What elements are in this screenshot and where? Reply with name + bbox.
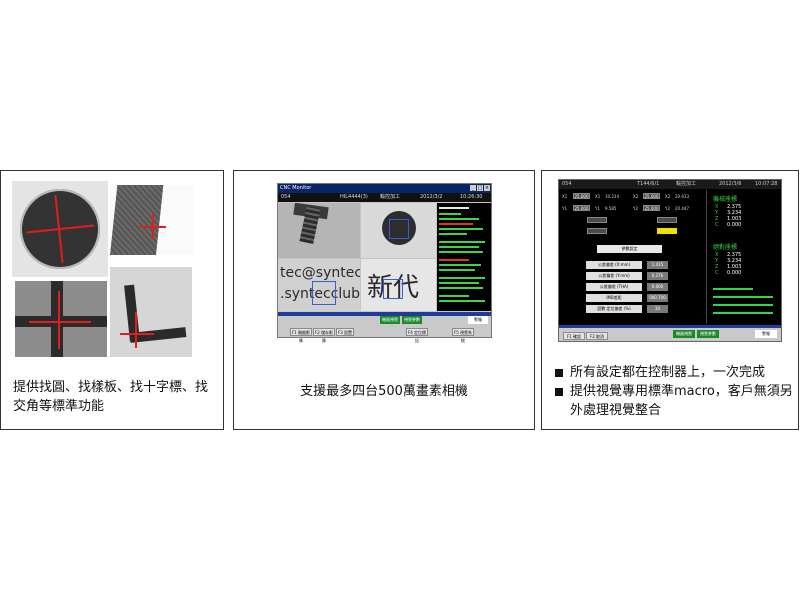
cameras-caption: 支援最多四台500萬畫素相機 <box>300 384 468 399</box>
tab-vision[interactable]: 機器視覺 <box>673 330 695 338</box>
menu-item[interactable]: 公差偏差 (THA) <box>586 283 642 291</box>
softkey-f2[interactable]: F2 取消 <box>586 332 608 340</box>
status-item: 2012/3/6 <box>719 181 742 187</box>
menu-value[interactable]: 30 <box>647 305 668 313</box>
bullet-item: 提供視覺專用標準macro，客戶無須另外處理視覺整合 <box>554 382 796 420</box>
bullet-item: 所有設定都在控制器上，一次完成 <box>554 363 796 382</box>
param-value[interactable]: 25.000 <box>643 205 660 211</box>
camera-view-4: 新代 <box>361 259 436 311</box>
feature-panel-cameras: CNC Monitor _ □ × 054 HIL4444(3) 輸控加工 20… <box>233 170 535 430</box>
find-corner-image <box>110 267 192 357</box>
feature-panel-controller: 054 T144/6/1 輸控加工 2012/3/6 10:07:28 X1 2… <box>541 170 799 430</box>
status-item: 輸控加工 <box>676 181 697 187</box>
menu-item[interactable]: 公差偏差 (Y:mm) <box>586 272 642 280</box>
status-bar: 054 HIL4444(3) 輸控加工 2012/3/2 10:26:30 <box>278 193 491 202</box>
window-title: CNC Monitor <box>278 184 491 193</box>
softkey-f5[interactable]: F5 視覺系統 <box>452 328 474 343</box>
param-value[interactable]: 25.000 <box>573 193 590 199</box>
softkey-f4[interactable]: F4 定位標記 <box>406 328 428 343</box>
param-value: 9.585 <box>605 206 617 211</box>
param-key: Y2 <box>633 206 638 211</box>
minimize-icon: _ <box>470 185 476 191</box>
status-item: 054 <box>281 194 291 200</box>
menu-value[interactable]: 0.000 <box>647 283 668 291</box>
tab-vision-params[interactable]: 視覺參數 <box>402 316 422 324</box>
tab-vision[interactable]: 機器視覺 <box>380 316 400 324</box>
find-crosshair-image <box>15 281 107 357</box>
menu-value[interactable]: 1.415 <box>647 261 668 269</box>
status-item: 2012/3/2 <box>420 194 443 200</box>
menu-value[interactable]: 0.276 <box>647 272 668 280</box>
param-key: X1 <box>595 194 601 199</box>
coordinate-area: 機械座標 X 2.375 Y 3.234 Z 1.003 C 0.000 絕對座標 X2… <box>706 190 782 324</box>
highlight-field[interactable] <box>657 228 677 234</box>
camera-text: tec@syntec <box>280 265 360 281</box>
vision-functions-caption: 提供找圓、找樣板、找十字標、找交角等標準功能 <box>13 380 209 414</box>
camera-view-1 <box>278 203 360 258</box>
param-value: 10.234 <box>605 194 619 199</box>
find-template-image <box>110 185 193 255</box>
param-key: X2 <box>633 194 639 199</box>
softkey-f1[interactable]: F1 開啟影像 <box>290 328 312 343</box>
menu-item[interactable]: 公差偏差 (X:mm) <box>586 261 642 269</box>
status-item: T144/6/1 <box>637 181 660 187</box>
mode-dropdown[interactable] <box>587 217 607 223</box>
feature-panel-vision-functions: 提供找圓、找樣板、找十字標、找交角等標準功能 <box>0 170 224 430</box>
param-value[interactable]: 25.000 <box>573 205 590 211</box>
status-item: 054 <box>562 181 572 187</box>
softkey-f3[interactable]: F3 設置 <box>336 328 354 336</box>
camera-view-2 <box>361 203 436 258</box>
param-key: X2 <box>665 194 671 199</box>
param-key: Y1 <box>562 206 567 211</box>
status-item: HIL4444(3) <box>340 194 368 200</box>
menu-item[interactable]: 設數 定位偏差 (%) <box>586 305 642 313</box>
camera-monitor-screenshot: CNC Monitor _ □ × 054 HIL4444(3) 輸控加工 20… <box>277 183 492 343</box>
menu-value[interactable]: 000.700 <box>647 294 668 302</box>
parameter-panel <box>437 203 491 311</box>
softkey-bar: 機器視覺 視覺參數 警報 F1 開啟影像 F2 儲存影像 F3 設置 F4 定位… <box>278 312 491 343</box>
tab-alarm[interactable]: 警報 <box>755 330 777 338</box>
param-value[interactable]: 25.000 <box>643 193 660 199</box>
status-item: 10:07:28 <box>755 181 778 187</box>
tab-vision-params[interactable]: 視覺參數 <box>697 330 719 338</box>
machine-coord-title: 機械座標 <box>713 196 738 203</box>
coord-row: C 0.000 <box>715 270 742 276</box>
coord-row: C 0.000 <box>715 222 742 228</box>
param-value: 20.633 <box>675 194 689 199</box>
status-item: 輸控加工 <box>380 194 401 200</box>
status-bar: 054 T144/6/1 輸控加工 2012/3/6 10:07:28 <box>559 180 781 189</box>
camera-view-3: tec@syntec .syntecclub. <box>278 259 360 311</box>
param-key: X1 <box>562 194 568 199</box>
controller-bullets: 所有設定都在控制器上，一次完成 提供視覺專用標準macro，客戶無須另外處理視覺… <box>554 363 796 420</box>
param-key: Y1 <box>595 206 600 211</box>
status-item: 10:26:30 <box>460 194 483 200</box>
abs-coord-title: 絕對座標 <box>713 244 738 251</box>
find-circle-image <box>12 181 108 277</box>
maximize-icon: □ <box>477 185 483 191</box>
softkey-bar: 機器視覺 視覺參數 警報 F1 確認 F2 取消 <box>559 325 781 341</box>
parameter-area: X1 25.000 X1 10.234 X2 25.000 X2 20.633 … <box>559 190 704 324</box>
mode-field[interactable] <box>587 228 607 234</box>
menu-title: 參數設定 <box>597 245 662 253</box>
tab-alarm[interactable]: 警報 <box>468 316 488 324</box>
menu-item[interactable]: IMB差距 <box>586 294 642 302</box>
window-controls: _ □ × <box>470 185 490 191</box>
close-icon: × <box>484 185 490 191</box>
softkey-f2[interactable]: F2 儲存影像 <box>313 328 335 343</box>
controller-screenshot: 054 T144/6/1 輸控加工 2012/3/6 10:07:28 X1 2… <box>558 179 782 342</box>
param-key: Y2 <box>665 206 670 211</box>
softkey-f1[interactable]: F1 確認 <box>563 332 585 340</box>
mode-dropdown[interactable] <box>657 217 677 223</box>
param-value: 20.447 <box>675 206 689 211</box>
